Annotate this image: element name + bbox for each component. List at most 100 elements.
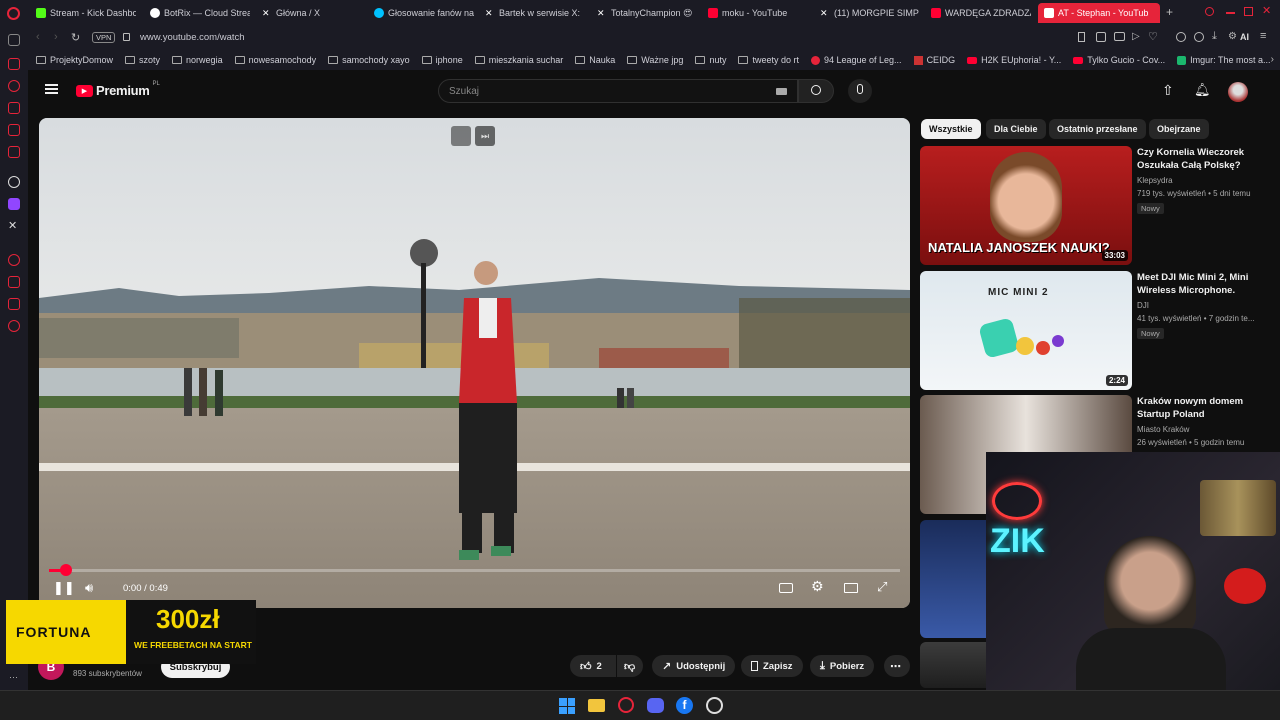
video-title[interactable]: Czy Kornelia Wieczorek Oszukała Całą Pol…: [1137, 146, 1267, 172]
tab-6[interactable]: ✕ TotalnyChampion 😍: [597, 3, 697, 23]
bookmark-item[interactable]: Ważne jpg: [627, 55, 683, 65]
avatar[interactable]: [1228, 82, 1248, 102]
ai-button[interactable]: AI: [1240, 32, 1249, 42]
save-button[interactable]: Zapisz: [741, 655, 803, 677]
messenger-icon[interactable]: [8, 58, 20, 70]
channel-name[interactable]: DJI: [1137, 301, 1149, 310]
tab-3[interactable]: ✕ Główna / X: [262, 3, 362, 23]
more-icon[interactable]: ···: [9, 672, 18, 682]
bookmark-item[interactable]: samochody xayo: [328, 55, 410, 65]
fullscreen-icon[interactable]: ⤢: [877, 579, 887, 595]
keyboard-icon[interactable]: [776, 88, 787, 95]
back-icon[interactable]: ‹: [36, 31, 40, 43]
new-tab-icon[interactable]: +: [1166, 5, 1173, 19]
profile-icon[interactable]: [1194, 32, 1204, 42]
miniplayer-icon[interactable]: [451, 126, 471, 146]
bookmark-item[interactable]: iphone: [421, 55, 463, 65]
x-icon[interactable]: ✕: [8, 219, 17, 232]
channel-name[interactable]: Klepsydra: [1137, 176, 1173, 185]
downloads-icon[interactable]: [8, 276, 20, 288]
search-input[interactable]: Szukaj: [438, 79, 798, 103]
settings-gear-icon[interactable]: ⚙: [811, 578, 824, 595]
recommendation-thumbnail-partial[interactable]: [920, 642, 988, 688]
recommendation-item[interactable]: NATALIA JANOSZEK NAUKI? 33:03 Czy Kornel…: [920, 146, 1270, 266]
chip-recently-uploaded[interactable]: Ostatnio przesłane: [1049, 119, 1146, 139]
settings-icon[interactable]: ⚙: [1228, 31, 1237, 42]
video-title[interactable]: Meet DJI Mic Mini 2, Mini Wireless Micro…: [1137, 271, 1267, 297]
dislike-button[interactable]: 👎︎: [617, 655, 643, 677]
bookmark-item[interactable]: nowesamochody: [234, 55, 316, 65]
pause-button[interactable]: ❚❚: [53, 580, 75, 596]
url-field[interactable]: www.youtube.com/watch: [140, 32, 245, 43]
extensions-icon[interactable]: [1176, 32, 1186, 42]
maximize-icon[interactable]: [1244, 7, 1253, 16]
telegram-icon[interactable]: [8, 146, 20, 158]
fortuna-ad-banner[interactable]: FORTUNA 300zł WE FREEBETACH NA START: [6, 600, 256, 664]
theater-mode-icon[interactable]: [844, 583, 858, 593]
chip-for-you[interactable]: Dla Ciebie: [986, 119, 1046, 139]
obs-icon[interactable]: [706, 697, 723, 714]
channel-name[interactable]: Miasto Kraków: [1137, 425, 1189, 434]
bookmark-item[interactable]: nuty: [695, 55, 726, 65]
opera-taskbar-icon[interactable]: [618, 697, 634, 713]
bookmark-item[interactable]: H2K EUphoria! - Y...: [967, 55, 1061, 65]
bookmark-icon[interactable]: [1078, 32, 1085, 42]
tab-10-active[interactable]: AT - Stephan - YouTub: [1038, 3, 1160, 23]
progress-bar[interactable]: [49, 569, 900, 572]
player-icon[interactable]: [8, 102, 20, 114]
video-thumbnail[interactable]: NATALIA JANOSZEK NAUKI? 33:03: [920, 146, 1132, 265]
vpn-badge[interactable]: VPN: [92, 32, 116, 43]
bookmark-item[interactable]: tweety do rt: [738, 55, 799, 65]
instagram-icon[interactable]: [8, 124, 20, 136]
progress-scrubber[interactable]: [60, 564, 73, 576]
tab-1[interactable]: Stream - Kick Dashbo: [36, 3, 136, 23]
windows-start-icon[interactable]: [559, 698, 575, 714]
video-title[interactable]: Kraków nowym domem Startup Poland: [1137, 395, 1267, 421]
subtitles-icon[interactable]: [779, 583, 793, 593]
video-thumbnail[interactable]: MIC MINI 2 2:24: [920, 271, 1132, 390]
snapshot-icon[interactable]: [1096, 32, 1106, 42]
recommendation-thumbnail-partial[interactable]: [920, 520, 988, 638]
upload-icon[interactable]: ⇧: [1162, 82, 1174, 99]
next-video-icon[interactable]: ⏭: [475, 126, 495, 146]
search-tabs-icon[interactable]: [1205, 7, 1214, 16]
tab-5[interactable]: ✕ Bartek w serwisie X:: [485, 3, 585, 23]
menu-icon[interactable]: ≡: [1260, 30, 1266, 42]
bookmark-item[interactable]: szoty: [125, 55, 160, 65]
file-explorer-icon[interactable]: [588, 699, 605, 712]
bookmark-item[interactable]: Imgur: The most a...: [1177, 55, 1271, 65]
tab-2[interactable]: BotRix — Cloud Strea: [150, 3, 250, 23]
facebook-icon[interactable]: f: [676, 697, 693, 714]
tab-8[interactable]: ✕ (11) MORGPIE SIMP w: [820, 3, 920, 23]
speed-dial-icon[interactable]: [8, 34, 20, 46]
bookmark-item[interactable]: norwegia: [172, 55, 223, 65]
settings-icon[interactable]: [8, 320, 20, 332]
chip-all[interactable]: Wszystkie: [921, 119, 981, 139]
bookmarks-icon[interactable]: [8, 298, 20, 310]
volume-button[interactable]: 🔊︎: [85, 580, 93, 596]
discord-icon[interactable]: [647, 698, 664, 713]
tab-9[interactable]: WARDĘGA ZDRADZA: [931, 3, 1031, 23]
notifications-bell-icon[interactable]: 🔔︎: [1194, 82, 1211, 98]
more-actions-button[interactable]: ⋯: [884, 655, 910, 677]
like-button[interactable]: 👍︎ 2: [570, 655, 616, 677]
chatgpt-icon[interactable]: [8, 176, 20, 188]
share-button[interactable]: ↗ Udostępnij: [652, 655, 736, 677]
bookmark-item[interactable]: Nauka: [575, 55, 615, 65]
forward-icon[interactable]: ›: [54, 31, 58, 43]
recommendation-item[interactable]: MIC MINI 2 2:24 Meet DJI Mic Mini 2, Min…: [920, 271, 1270, 391]
search-button[interactable]: [798, 79, 834, 103]
history-icon[interactable]: [8, 254, 20, 266]
tab-4[interactable]: Głosowanie fanów na: [374, 3, 474, 23]
download-button[interactable]: ⤓ Pobierz: [810, 655, 875, 677]
tab-7[interactable]: moku - YouTube: [708, 3, 808, 23]
bookmark-item[interactable]: Tylko Gucio - Cov...: [1073, 55, 1165, 65]
bookmark-item[interactable]: 94 League of Leg...: [810, 55, 902, 65]
video-player[interactable]: ⏭ ❚❚ 🔊︎ 0:00 / 0:49 ⚙ ⤢: [39, 118, 910, 608]
heart-icon[interactable]: ♡: [1148, 30, 1158, 43]
hamburger-menu-icon[interactable]: [45, 84, 58, 94]
minimize-icon[interactable]: [1226, 12, 1235, 14]
opera-logo-icon[interactable]: [7, 7, 20, 20]
bookmarks-more-icon[interactable]: ›: [1271, 54, 1274, 65]
bookmark-item[interactable]: CEIDG: [913, 55, 955, 65]
